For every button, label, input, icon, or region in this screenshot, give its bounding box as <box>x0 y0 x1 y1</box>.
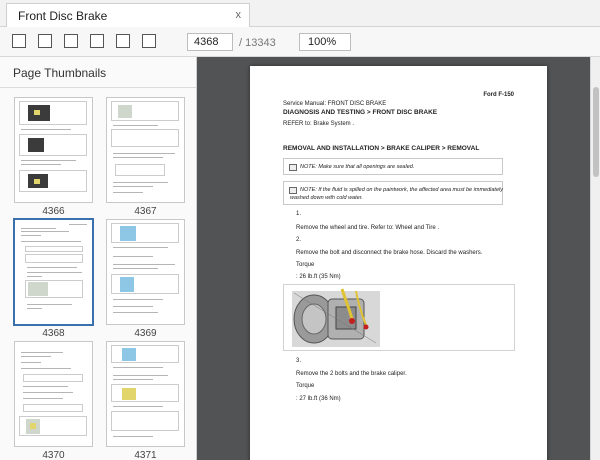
thumbnail-page <box>106 97 185 203</box>
thumbnail-label: 4368 <box>42 328 65 339</box>
note-1-text: NOTE: Make sure that all openings are se… <box>300 164 415 170</box>
thumbnail-label: 4371 <box>134 450 157 460</box>
refer-to-text: REFER to: Brake System . <box>283 121 355 127</box>
tab-bar: Front Disc Brake x <box>0 0 600 28</box>
previous-page-button[interactable] <box>38 34 52 48</box>
brand-label: Ford F-150 <box>483 92 514 98</box>
tab-title: Front Disc Brake <box>18 9 108 23</box>
thumbnail-page <box>14 97 93 203</box>
torque-value-1: : 26 lb.ft (35 Nm) <box>296 274 341 280</box>
note-box-2: NOTE: If the fluid is spilled on the pai… <box>283 181 503 205</box>
last-page-button[interactable] <box>90 34 104 48</box>
torque-label-2: Torque <box>296 383 315 389</box>
sidebar-divider <box>0 87 196 88</box>
thumbnail-page <box>106 219 185 325</box>
step-3-text: Remove the 2 bolts and the brake caliper… <box>296 371 407 377</box>
thumbnail-label: 4369 <box>134 328 157 339</box>
caliper-illustration <box>292 288 380 347</box>
brake-caliper-figure <box>283 284 515 351</box>
step-3-number: 3. <box>296 358 302 364</box>
next-page-button[interactable] <box>64 34 78 48</box>
service-manual-label: Service Manual: FRONT DISC BRAKE <box>283 101 387 107</box>
page-total: / 13343 <box>239 37 276 49</box>
note-icon <box>289 164 297 171</box>
vertical-scrollbar[interactable] <box>590 57 600 460</box>
thumbnail-label: 4367 <box>134 206 157 217</box>
first-page-button[interactable] <box>12 34 26 48</box>
note-box-1: NOTE: Make sure that all openings are se… <box>283 158 503 175</box>
note-2-line-2: washed down with cold water. <box>290 195 363 201</box>
scrollbar-thumb[interactable] <box>593 87 599 177</box>
thumbnail-page <box>14 219 93 325</box>
note-icon <box>289 187 297 194</box>
thumbnail-page <box>106 341 185 447</box>
note-2-line-1: NOTE: If the fluid is spilled on the pai… <box>300 187 503 193</box>
thumbnail-page <box>14 341 93 447</box>
thumbnail-label: 4370 <box>42 450 65 460</box>
close-tab-button[interactable]: x <box>236 9 242 21</box>
document-viewer[interactable]: Ford F-150 Service Manual: FRONT DISC BR… <box>197 57 590 460</box>
procedure-title: REMOVAL AND INSTALLATION > BRAKE CALIPER… <box>283 145 480 152</box>
zoom-input[interactable] <box>299 33 351 51</box>
torque-label-1: Torque <box>296 262 315 268</box>
step-2-number: 2. <box>296 237 302 243</box>
thumbnail-label: 4366 <box>42 206 65 217</box>
document-tab[interactable]: Front Disc Brake x <box>6 3 250 28</box>
document-page: Ford F-150 Service Manual: FRONT DISC BR… <box>250 66 547 460</box>
section-title: DIAGNOSIS AND TESTING > FRONT DISC BRAKE <box>283 109 438 116</box>
step-1-text: Remove the wheel and tire. Refer to: Whe… <box>296 225 440 231</box>
step-2-text: Remove the bolt and disconnect the brake… <box>296 250 483 256</box>
print-button[interactable] <box>142 34 156 48</box>
toolbar: / 13343 <box>0 27 600 57</box>
rotate-button[interactable] <box>116 34 130 48</box>
torque-value-2: : 27 lb.ft (36 Nm) <box>296 396 341 402</box>
sidebar-title: Page Thumbnails <box>13 66 107 80</box>
page-number-input[interactable] <box>187 33 233 51</box>
thumbnail-sidebar: Page Thumbnails 4366 4367 4368 4369 4370… <box>0 57 197 460</box>
step-1-number: 1. <box>296 211 302 217</box>
